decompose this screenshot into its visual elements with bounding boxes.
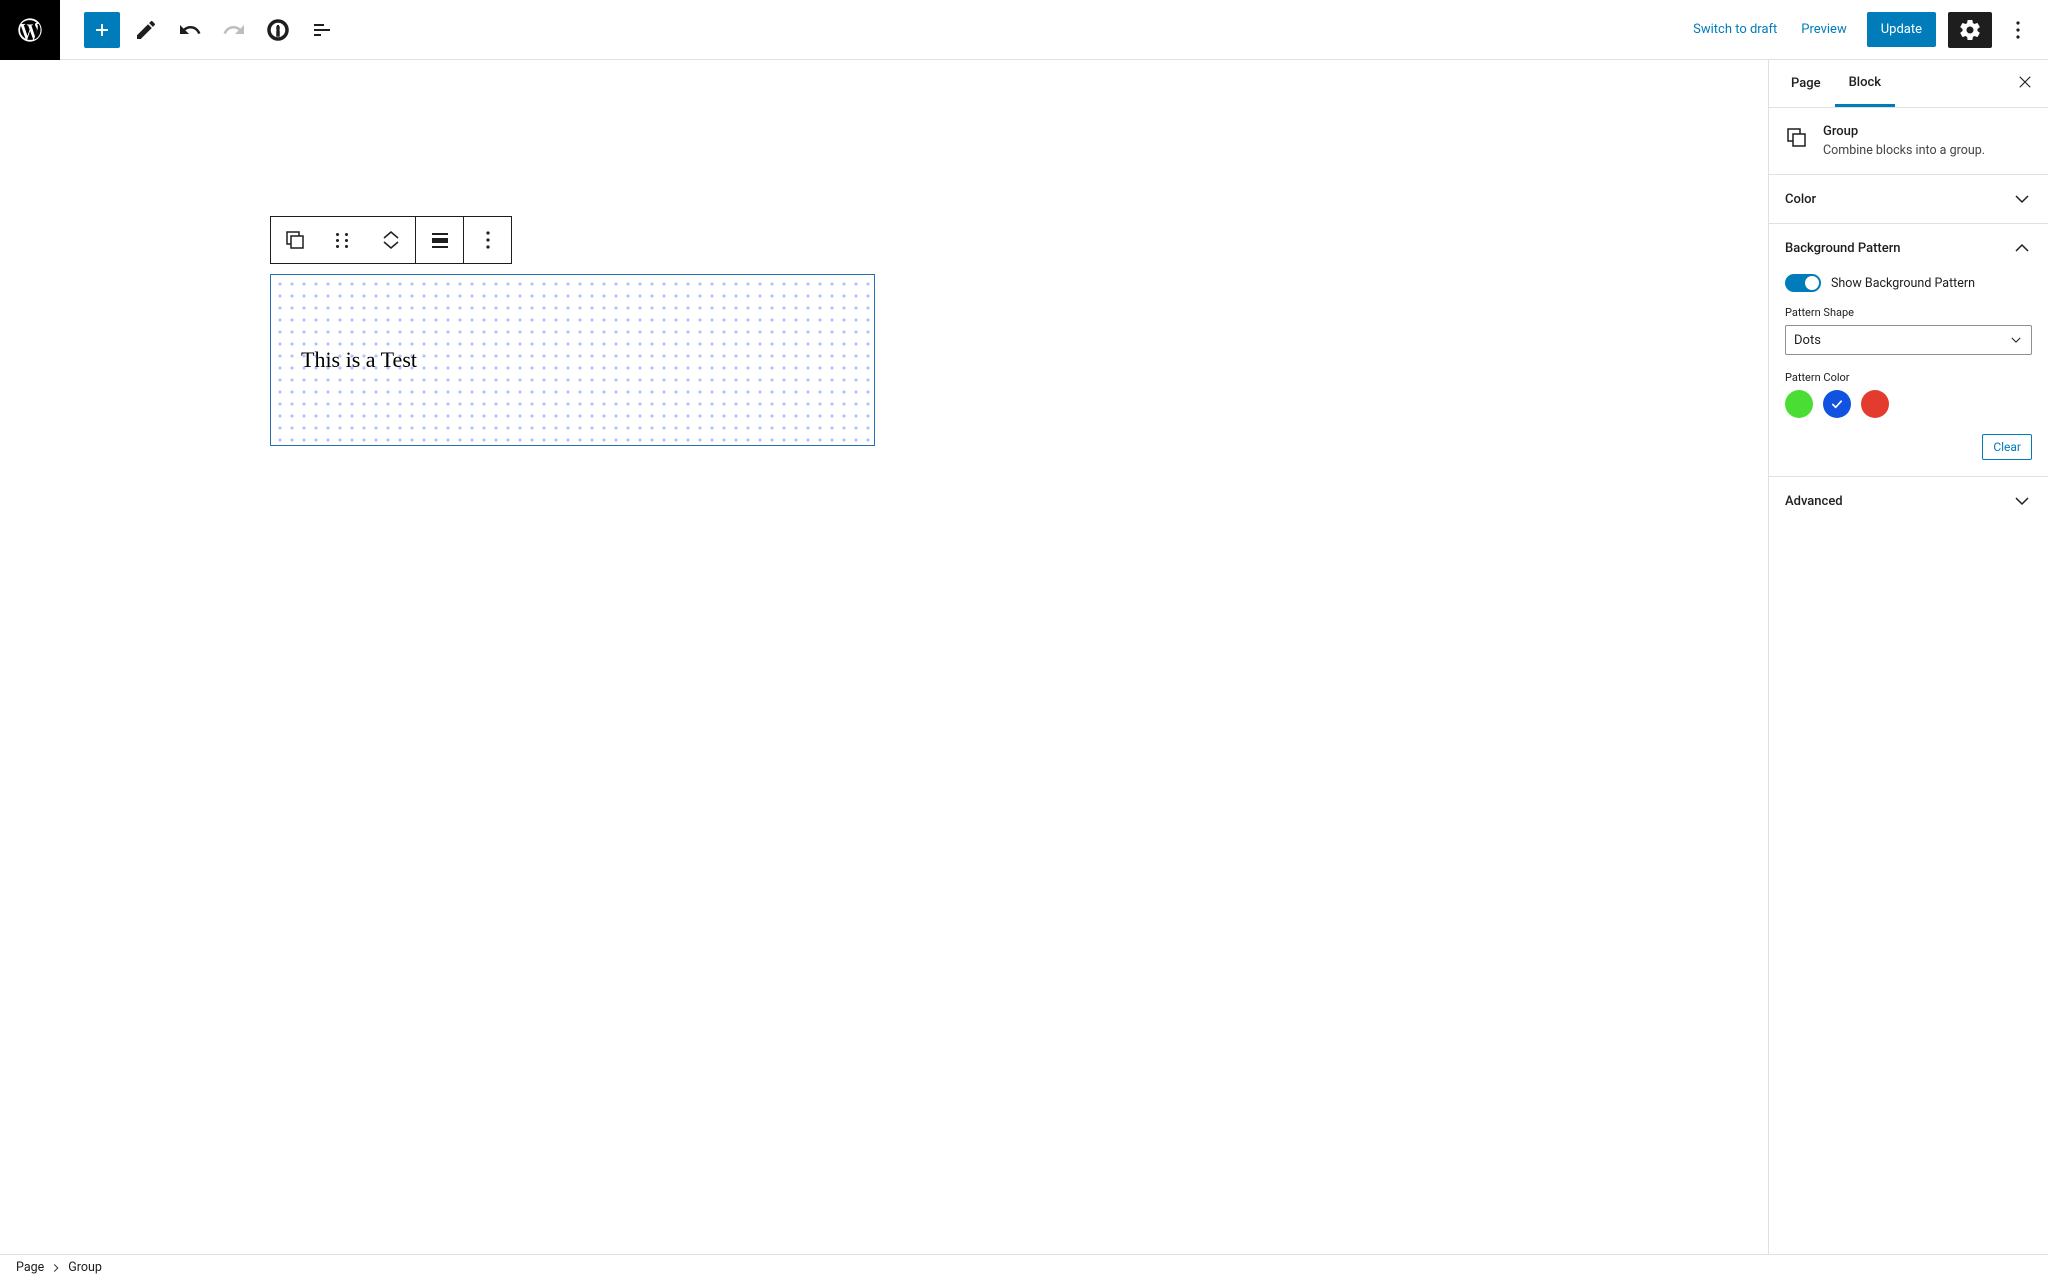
show-bg-pattern-toggle[interactable] (1785, 274, 1821, 292)
more-options-button[interactable] (2000, 12, 2036, 48)
check-icon (1829, 396, 1845, 412)
swatch-blue[interactable] (1823, 390, 1851, 418)
toolbar-right: Switch to draft Preview Update (1681, 12, 2048, 48)
group-icon (1785, 126, 1809, 150)
panel-advanced-label: Advanced (1785, 494, 1843, 509)
chevron-down-icon (2009, 333, 2023, 347)
chevron-up-icon (2012, 238, 2032, 258)
block-toolbar (270, 216, 512, 264)
settings-sidebar: Page Block Group Combine blocks into a g… (1768, 60, 2048, 1254)
breadcrumb-footer: Page Group (0, 1254, 2048, 1280)
update-button[interactable]: Update (1867, 12, 1936, 47)
block-info: Group Combine blocks into a group. (1769, 108, 2048, 175)
pattern-color-label: Pattern Color (1785, 371, 2032, 384)
tab-block[interactable]: Block (1835, 61, 1895, 107)
add-block-button[interactable] (84, 12, 120, 48)
panel-color-header[interactable]: Color (1769, 175, 2048, 223)
swatch-green[interactable] (1785, 390, 1813, 418)
panel-bgpattern-header[interactable]: Background Pattern (1769, 224, 2048, 272)
undo-button[interactable] (172, 12, 208, 48)
chevron-down-icon (2012, 189, 2032, 209)
chevron-right-icon (50, 1262, 62, 1274)
sidebar-tabs: Page Block (1769, 60, 2048, 108)
panel-color: Color (1769, 175, 2048, 224)
block-type-icon[interactable] (271, 217, 319, 263)
redo-button[interactable] (216, 12, 252, 48)
group-block[interactable]: This is a Test (270, 274, 875, 446)
paragraph-block[interactable]: This is a Test (301, 347, 417, 373)
switch-to-draft-button[interactable]: Switch to draft (1681, 22, 1789, 37)
align-button[interactable] (415, 217, 463, 263)
pattern-shape-select[interactable]: Dots (1785, 325, 2032, 355)
chevron-down-icon (2012, 491, 2032, 511)
block-title: Group (1823, 124, 1985, 139)
show-bg-pattern-label: Show Background Pattern (1831, 276, 1975, 291)
settings-button[interactable] (1948, 12, 1992, 48)
workspace: This is a Test Page Block Group Combine … (0, 60, 2048, 1254)
pattern-shape-label: Pattern Shape (1785, 306, 2032, 319)
wordpress-logo[interactable] (0, 0, 60, 60)
tools-button[interactable] (128, 12, 164, 48)
swatch-red[interactable] (1861, 390, 1889, 418)
panel-background-pattern: Background Pattern Show Background Patte… (1769, 224, 2048, 477)
preview-button[interactable]: Preview (1789, 22, 1858, 37)
block-more-options[interactable] (463, 217, 511, 263)
drag-handle[interactable] (319, 217, 367, 263)
breadcrumb-page[interactable]: Page (16, 1260, 44, 1275)
pattern-color-swatches (1785, 390, 2032, 418)
block-description: Combine blocks into a group. (1823, 143, 1985, 158)
panel-bgpattern-label: Background Pattern (1785, 241, 1901, 256)
toolbar-left (0, 0, 344, 59)
outline-button[interactable] (304, 12, 340, 48)
pattern-shape-value: Dots (1794, 333, 1821, 348)
panel-advanced: Advanced (1769, 477, 2048, 525)
close-sidebar-button[interactable] (2010, 67, 2040, 101)
top-toolbar: Switch to draft Preview Update (0, 0, 2048, 60)
clear-button[interactable]: Clear (1982, 434, 2032, 460)
info-button[interactable] (260, 12, 296, 48)
tab-page[interactable]: Page (1777, 62, 1835, 105)
breadcrumb-group[interactable]: Group (68, 1260, 102, 1275)
panel-advanced-header[interactable]: Advanced (1769, 477, 2048, 525)
editor-canvas[interactable]: This is a Test (0, 60, 1768, 1254)
move-up-down[interactable] (367, 217, 415, 263)
panel-color-label: Color (1785, 192, 1816, 207)
